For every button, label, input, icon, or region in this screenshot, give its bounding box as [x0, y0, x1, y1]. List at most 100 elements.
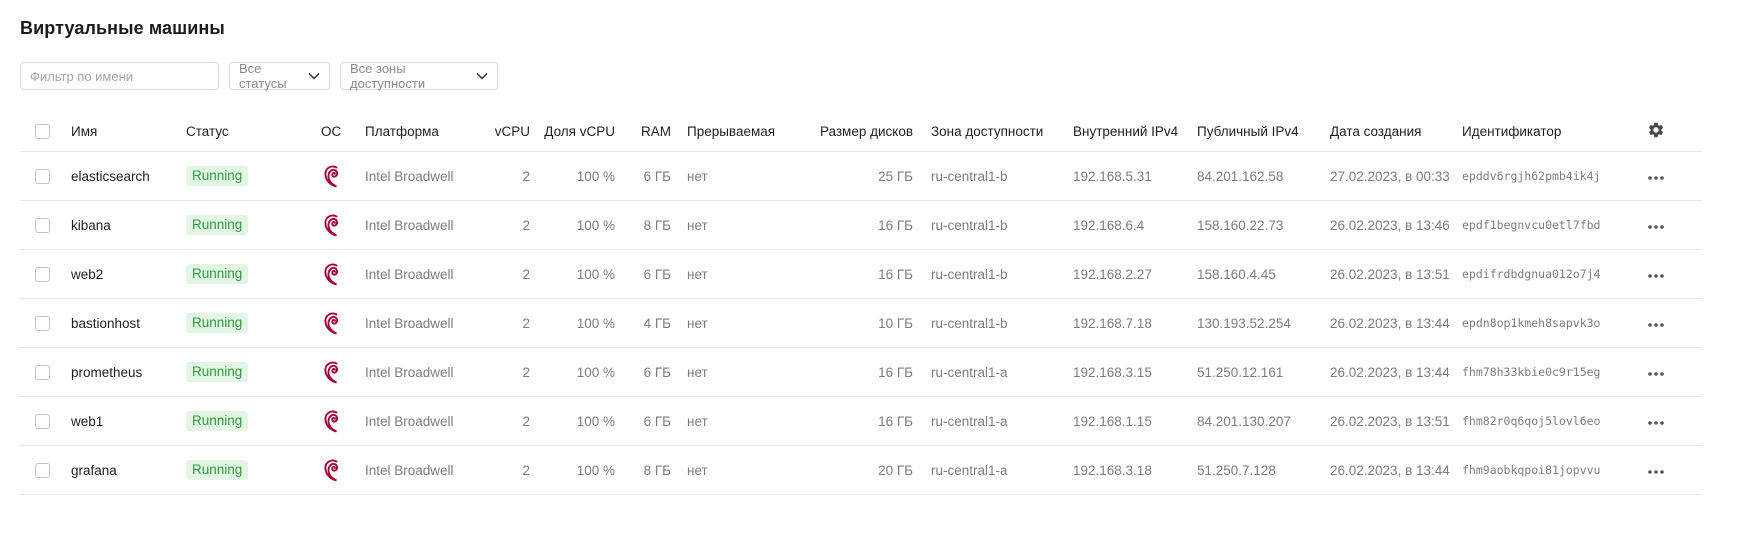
row-checkbox[interactable]: [35, 364, 50, 380]
internal-ip-cell: 192.168.6.4: [1073, 200, 1197, 250]
more-horizontal-icon[interactable]: [1647, 322, 1665, 328]
status-filter-value: Все статусы: [239, 61, 287, 91]
zone-cell: ru-central1-b: [931, 298, 1073, 348]
id-cell: fhm82r0q6qoj5lovl6eo: [1462, 396, 1647, 446]
zone-filter-value: Все зоны доступности: [350, 61, 426, 91]
column-header-vcpu[interactable]: vCPU: [477, 111, 530, 152]
table-row[interactable]: kibana Running Intel Broadwell 2 100 % 8…: [20, 200, 1702, 250]
more-horizontal-icon[interactable]: [1647, 469, 1665, 475]
column-header-platform[interactable]: Платформа: [365, 111, 477, 152]
row-checkbox[interactable]: [35, 168, 50, 184]
status-cell: Running: [186, 396, 321, 446]
row-checkbox[interactable]: [35, 266, 50, 282]
id-cell: epdf1begnvcu0etl7fbd: [1462, 200, 1647, 250]
status-badge: Running: [186, 313, 249, 333]
column-header-id[interactable]: Идентификатор: [1462, 111, 1647, 152]
column-header-created[interactable]: Дата создания: [1330, 111, 1462, 152]
spacer: [913, 396, 931, 446]
row-select-cell: [20, 347, 71, 397]
column-header-ram[interactable]: RAM: [615, 111, 671, 152]
table-row[interactable]: bastionhost Running Intel Broadwell 2 10…: [20, 298, 1702, 348]
internal-ip-cell: 192.168.3.15: [1073, 347, 1197, 397]
disk-size-cell: 16 ГБ: [800, 396, 913, 446]
table-row[interactable]: web2 Running Intel Broadwell 2 100 % 6 Г…: [20, 249, 1702, 299]
row-actions-cell: [1647, 200, 1702, 250]
row-checkbox[interactable]: [35, 413, 50, 429]
vm-name[interactable]: elasticsearch: [71, 151, 186, 201]
vm-table: Имя Статус ОС Платформа vCPU Доля vCPU R…: [20, 111, 1702, 495]
column-header-name[interactable]: Имя: [71, 111, 186, 152]
zone-cell: ru-central1-b: [931, 151, 1073, 201]
more-horizontal-icon[interactable]: [1647, 371, 1665, 377]
select-all-cell: [20, 111, 71, 152]
status-cell: Running: [186, 200, 321, 250]
preemptible-cell: нет: [687, 151, 800, 201]
name-filter-input[interactable]: [20, 62, 219, 90]
preemptible-cell: нет: [687, 396, 800, 446]
select-all-checkbox[interactable]: [35, 123, 50, 139]
debian-logo-icon: [321, 408, 345, 434]
gear-icon[interactable]: [1647, 121, 1665, 139]
more-horizontal-icon[interactable]: [1647, 224, 1665, 230]
more-horizontal-icon[interactable]: [1647, 175, 1665, 181]
vm-name[interactable]: grafana: [71, 445, 186, 495]
vcpu-cell: 2: [477, 151, 530, 201]
row-checkbox[interactable]: [35, 315, 50, 331]
os-cell: [321, 151, 365, 201]
vm-name[interactable]: bastionhost: [71, 298, 186, 348]
public-ip-cell: 84.201.162.58: [1197, 151, 1330, 201]
vcpu-share-cell: 100 %: [530, 396, 615, 446]
column-header-zone[interactable]: Зона доступности: [931, 111, 1073, 152]
ram-cell: 6 ГБ: [615, 249, 671, 299]
column-header-disk-size[interactable]: Размер дисков: [800, 111, 913, 152]
column-header-vcpu-share[interactable]: Доля vCPU: [530, 111, 615, 152]
column-header-public-ip[interactable]: Публичный IPv4: [1197, 111, 1330, 152]
more-horizontal-icon[interactable]: [1647, 420, 1665, 426]
row-checkbox[interactable]: [35, 462, 50, 478]
vm-name[interactable]: web2: [71, 249, 186, 299]
settings-cell: [1647, 111, 1702, 152]
more-horizontal-icon[interactable]: [1647, 273, 1665, 279]
spacer: [671, 249, 687, 299]
spacer: [671, 298, 687, 348]
status-filter-select[interactable]: Все статусы: [229, 61, 330, 91]
os-cell: [321, 200, 365, 250]
table-row[interactable]: grafana Running Intel Broadwell 2 100 % …: [20, 445, 1702, 495]
column-header-internal-ip[interactable]: Внутренний IPv4: [1073, 111, 1197, 152]
vm-table-body: elasticsearch Running Intel Broadwell 2 …: [20, 151, 1702, 495]
vcpu-share-cell: 100 %: [530, 200, 615, 250]
created-cell: 26.02.2023, в 13:46: [1330, 200, 1462, 250]
page-title: Виртуальные машины: [20, 18, 225, 38]
row-select-cell: [20, 249, 71, 299]
vcpu-cell: 2: [477, 200, 530, 250]
status-badge: Running: [186, 362, 249, 382]
os-cell: [321, 347, 365, 397]
spacer: [913, 347, 931, 397]
public-ip-cell: 158.160.4.45: [1197, 249, 1330, 299]
disk-size-cell: 10 ГБ: [800, 298, 913, 348]
table-row[interactable]: elasticsearch Running Intel Broadwell 2 …: [20, 151, 1702, 201]
zone-filter-select[interactable]: Все зоны доступности: [340, 61, 498, 91]
column-header-status[interactable]: Статус: [186, 111, 321, 152]
column-header-os[interactable]: ОС: [321, 111, 365, 152]
row-actions-cell: [1647, 347, 1702, 397]
ram-cell: 8 ГБ: [615, 200, 671, 250]
internal-ip-cell: 192.168.3.18: [1073, 445, 1197, 495]
table-row[interactable]: web1 Running Intel Broadwell 2 100 % 6 Г…: [20, 396, 1702, 446]
internal-ip-cell: 192.168.7.18: [1073, 298, 1197, 348]
chevron-down-icon: [308, 72, 320, 80]
created-cell: 26.02.2023, в 13:51: [1330, 249, 1462, 299]
platform-cell: Intel Broadwell: [365, 396, 477, 446]
column-header-preemptible[interactable]: Прерываемая: [687, 111, 800, 152]
internal-ip-cell: 192.168.1.15: [1073, 396, 1197, 446]
vm-name[interactable]: web1: [71, 396, 186, 446]
vm-name[interactable]: prometheus: [71, 347, 186, 397]
zone-cell: ru-central1-b: [931, 249, 1073, 299]
status-badge: Running: [186, 411, 249, 431]
spacer: [671, 396, 687, 446]
vm-name[interactable]: kibana: [71, 200, 186, 250]
zone-cell: ru-central1-a: [931, 347, 1073, 397]
internal-ip-cell: 192.168.2.27: [1073, 249, 1197, 299]
row-checkbox[interactable]: [35, 217, 50, 233]
table-row[interactable]: prometheus Running Intel Broadwell 2 100…: [20, 347, 1702, 397]
